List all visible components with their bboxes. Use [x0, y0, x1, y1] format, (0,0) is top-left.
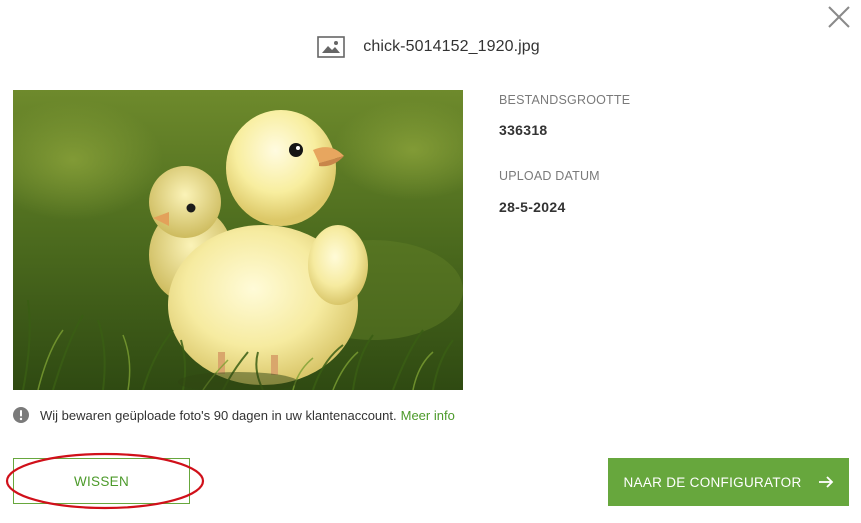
- chick-photo: [13, 90, 463, 390]
- notice-text: Wij bewaren geüploade foto's 90 dagen in…: [40, 408, 455, 423]
- upload-date-label: UPLOAD DATUM: [499, 169, 600, 183]
- delete-button[interactable]: WISSEN: [13, 458, 190, 504]
- notice-message: Wij bewaren geüploade foto's 90 dagen in…: [40, 407, 397, 423]
- close-icon: [828, 6, 850, 28]
- file-header: chick-5014152_1920.jpg: [0, 32, 859, 62]
- more-info-link[interactable]: Meer info: [401, 408, 455, 423]
- upload-date-value: 28-5-2024: [499, 199, 566, 215]
- photo-preview: [13, 90, 463, 390]
- close-button[interactable]: [826, 4, 852, 30]
- exclamation-circle-icon: [13, 407, 29, 423]
- file-size-label: BESTANDSGROOTTE: [499, 93, 631, 107]
- configurator-label: NAAR DE CONFIGURATOR: [623, 474, 802, 490]
- arrow-right-icon: [818, 476, 833, 488]
- file-size-value: 336318: [499, 122, 548, 138]
- configurator-button[interactable]: NAAR DE CONFIGURATOR: [608, 458, 849, 506]
- file-name: chick-5014152_1920.jpg: [363, 38, 540, 55]
- storage-notice: Wij bewaren geüploade foto's 90 dagen in…: [13, 405, 455, 425]
- image-icon: [317, 36, 346, 58]
